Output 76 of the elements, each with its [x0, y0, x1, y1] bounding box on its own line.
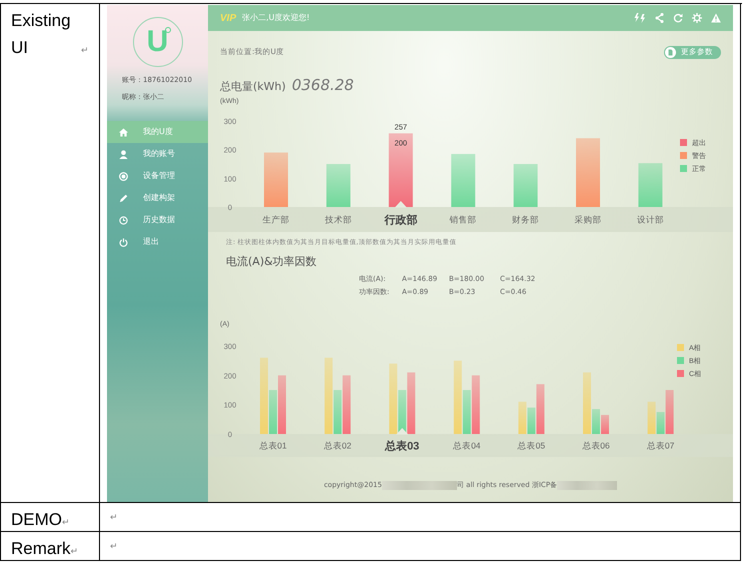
bar[interactable] [656, 412, 665, 434]
section-title: 电流(A)&功率因数 [225, 256, 318, 270]
category-label[interactable]: 销售部 [450, 214, 477, 224]
bar[interactable] [260, 358, 268, 434]
menu-item[interactable]: 退出 [107, 231, 208, 253]
refresh-icon[interactable] [673, 13, 683, 23]
bar[interactable] [389, 364, 398, 434]
selection-notch [394, 201, 407, 208]
bar[interactable] [326, 164, 350, 207]
bar[interactable] [583, 372, 591, 434]
bar[interactable] [269, 390, 277, 434]
document-icon [665, 46, 676, 58]
bar[interactable] [648, 402, 656, 434]
bar[interactable] [514, 164, 538, 207]
total-label: 总电量(kWh) [220, 81, 286, 92]
bar[interactable] [342, 375, 351, 434]
row-label: Existing UI [11, 10, 72, 59]
target-icon [119, 172, 128, 180]
total-value: 0368.28 [292, 76, 354, 94]
pencil-icon [119, 194, 128, 202]
paragraph-mark: ↵ [81, 45, 89, 55]
category-label[interactable]: 生产部 [262, 214, 290, 224]
bar[interactable] [407, 372, 416, 434]
paragraph-mark: ↵ [110, 512, 118, 522]
bar[interactable] [388, 133, 413, 207]
category-label[interactable]: 采购部 [574, 214, 602, 224]
redacted-block [557, 481, 618, 490]
menu-item[interactable]: 设备管理 [107, 165, 208, 187]
category-label[interactable]: 技术部 [324, 214, 352, 224]
clock-icon [119, 216, 128, 224]
category-label[interactable]: 总表05 [518, 440, 546, 450]
bar[interactable] [324, 358, 333, 434]
bar[interactable] [576, 138, 600, 207]
bar[interactable] [518, 402, 526, 434]
logo: U [132, 17, 182, 67]
bar[interactable] [601, 414, 609, 434]
category-label[interactable]: 行政部 [384, 214, 418, 226]
lightning-icon[interactable] [634, 13, 646, 23]
category-label[interactable]: 总表06 [582, 440, 610, 450]
bar[interactable] [278, 375, 286, 434]
row-label: DEMO [11, 510, 62, 529]
bar[interactable] [334, 390, 342, 434]
category-label[interactable]: 总表03 [385, 440, 420, 452]
category-label[interactable]: 总表01 [259, 440, 287, 450]
bar[interactable] [264, 152, 288, 207]
settings-icon[interactable] [692, 13, 702, 23]
share-icon[interactable] [655, 13, 664, 23]
category-label[interactable]: 总表07 [646, 440, 674, 450]
menu-item[interactable]: 历史数据 [107, 209, 208, 231]
bar[interactable] [472, 375, 480, 434]
warning-icon[interactable] [711, 13, 721, 23]
bar[interactable] [454, 360, 462, 434]
menu-item[interactable]: 创建构架 [107, 187, 208, 209]
user-icon [119, 150, 128, 158]
category-label[interactable]: 财务部 [512, 214, 540, 224]
bar[interactable] [666, 390, 674, 434]
bar[interactable] [527, 408, 536, 434]
category-label[interactable]: 总表04 [453, 440, 481, 450]
bar[interactable] [398, 390, 406, 434]
selection-notch [396, 428, 408, 434]
paragraph-mark: ↵ [62, 517, 70, 527]
bar[interactable] [462, 390, 471, 434]
paragraph-mark: ↵ [70, 546, 79, 556]
category-label[interactable]: 总表02 [324, 440, 352, 450]
bar[interactable] [638, 163, 662, 207]
power-icon [119, 238, 128, 246]
greeting: 张小二,U度欢迎您! [242, 14, 310, 22]
bar[interactable] [536, 384, 544, 434]
vip-label: VIP [220, 12, 236, 24]
menu-item[interactable]: 我的账号 [107, 143, 208, 165]
row-label: Remark [11, 539, 71, 558]
home-icon [119, 128, 128, 136]
category-label[interactable]: 设计部 [636, 214, 664, 224]
paragraph-mark: ↵ [110, 541, 118, 551]
bar[interactable] [592, 409, 600, 434]
bar[interactable] [451, 154, 476, 207]
